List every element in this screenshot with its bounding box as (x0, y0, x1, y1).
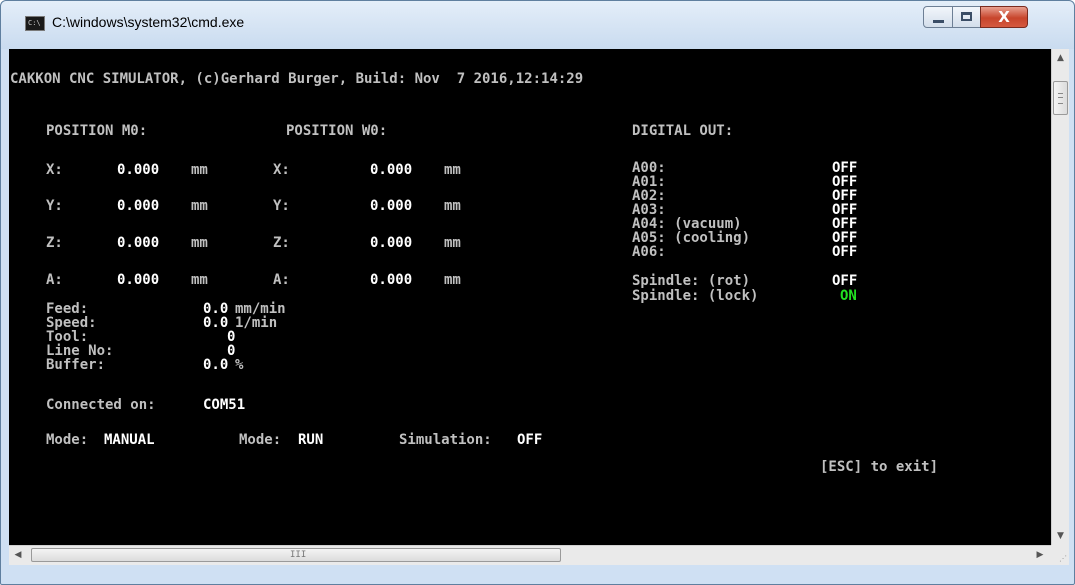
connection-label: Connected on: (46, 397, 156, 413)
m0-x-unit: mm (191, 162, 208, 178)
run-mode-value: RUN (298, 432, 324, 448)
spindle-rot-label: Spindle: (rot) (632, 273, 751, 289)
speed-label: Speed: (46, 315, 97, 331)
output-a01-state: OFF (832, 174, 858, 190)
w0-a-label: A: (273, 272, 290, 288)
speed-value: 0.0 (203, 315, 229, 331)
w0-z-unit: mm (444, 235, 461, 251)
spindle-lock-label: Spindle: (lock) (632, 288, 759, 304)
output-a04-label: A04: (vacuum) (632, 216, 742, 232)
output-a06-label: A06: (632, 244, 666, 260)
output-a03-label: A03: (632, 202, 666, 218)
horizontal-scroll-thumb[interactable]: III (31, 548, 561, 562)
m0-z-label: Z: (46, 235, 63, 251)
minimize-icon (933, 20, 944, 23)
resize-corner[interactable]: ⋰ (1051, 545, 1069, 565)
position-w0-title: POSITION W0: (286, 123, 388, 139)
m0-y-value: 0.000 (117, 198, 160, 214)
output-a05-state: OFF (832, 230, 858, 246)
w0-x-unit: mm (444, 162, 461, 178)
scroll-right-icon[interactable]: ▶ (1031, 546, 1049, 565)
scroll-down-icon[interactable]: ▼ (1052, 527, 1069, 545)
m0-x-value: 0.000 (117, 162, 160, 178)
resize-grip-icon: ⋰ (1059, 554, 1067, 563)
tool-value: 0 (227, 329, 236, 345)
output-a00-label: A00: (632, 160, 666, 176)
scroll-left-icon[interactable]: ◀ (9, 546, 27, 565)
simulator-header: CAKKON CNC SIMULATOR, (c)Gerhard Burger,… (10, 71, 584, 87)
simulation-value: OFF (517, 432, 543, 448)
m0-y-unit: mm (191, 198, 208, 214)
connection-port: COM51 (203, 397, 246, 413)
simulation-label: Simulation: (399, 432, 492, 448)
output-a02-label: A02: (632, 188, 666, 204)
w0-y-value: 0.000 (370, 198, 413, 214)
m0-a-label: A: (46, 272, 63, 288)
w0-a-unit: mm (444, 272, 461, 288)
m0-a-value: 0.000 (117, 272, 160, 288)
maximize-icon (961, 12, 972, 21)
scroll-up-icon[interactable]: ▲ (1052, 49, 1069, 67)
w0-x-value: 0.000 (370, 162, 413, 178)
feed-label: Feed: (46, 301, 89, 317)
m0-z-value: 0.000 (117, 235, 160, 251)
feed-value: 0.0 (203, 301, 229, 317)
line-no-label: Line No: (46, 343, 114, 359)
mode-label: Mode: (46, 432, 89, 448)
title-bar[interactable]: C:\ C:\windows\system32\cmd.exe X (1, 1, 1074, 49)
output-a04-state: OFF (832, 216, 858, 232)
grip-icon (1058, 93, 1063, 104)
tool-label: Tool: (46, 329, 89, 345)
spindle-lock-state: ON (840, 288, 857, 304)
buffer-value: 0.0 (203, 357, 229, 373)
maximize-button[interactable] (952, 6, 981, 28)
m0-z-unit: mm (191, 235, 208, 251)
console-app-icon[interactable]: C:\ (25, 16, 45, 31)
position-m0-title: POSITION M0: (46, 123, 148, 139)
m0-y-label: Y: (46, 198, 63, 214)
digital-out-title: DIGITAL OUT: (632, 123, 734, 139)
run-mode-label: Mode: (239, 432, 282, 448)
console-output[interactable]: CAKKON CNC SIMULATOR, (c)Gerhard Burger,… (9, 49, 1051, 545)
w0-z-value: 0.000 (370, 235, 413, 251)
line-no-value: 0 (227, 343, 236, 359)
output-a03-state: OFF (832, 202, 858, 218)
w0-x-label: X: (273, 162, 290, 178)
horizontal-scrollbar[interactable]: ◀ III ▶ (9, 545, 1051, 565)
cmd-window: C:\ C:\windows\system32\cmd.exe X CAKKON… (0, 0, 1075, 585)
close-icon: X (998, 8, 1010, 26)
exit-hint: [ESC] to exit] (820, 459, 939, 475)
speed-unit: 1/min (235, 315, 278, 331)
w0-a-value: 0.000 (370, 272, 413, 288)
spindle-rot-state: OFF (832, 273, 858, 289)
output-a02-state: OFF (832, 188, 858, 204)
close-button[interactable]: X (980, 6, 1028, 28)
w0-z-label: Z: (273, 235, 290, 251)
vertical-scroll-thumb[interactable] (1053, 81, 1068, 115)
w0-y-unit: mm (444, 198, 461, 214)
grip-icon: III (290, 550, 307, 560)
m0-x-label: X: (46, 162, 63, 178)
output-a01-label: A01: (632, 174, 666, 190)
m0-a-unit: mm (191, 272, 208, 288)
feed-unit: mm/min (235, 301, 286, 317)
minimize-button[interactable] (923, 6, 953, 28)
output-a06-state: OFF (832, 244, 858, 260)
window-title: C:\windows\system32\cmd.exe (52, 14, 245, 30)
output-a05-label: A05: (cooling) (632, 230, 751, 246)
output-a00-state: OFF (832, 160, 858, 176)
buffer-unit: % (235, 357, 244, 373)
vertical-scrollbar[interactable]: ▲ ▼ (1051, 49, 1069, 545)
buffer-label: Buffer: (46, 357, 106, 373)
w0-y-label: Y: (273, 198, 290, 214)
mode-value: MANUAL (104, 432, 155, 448)
